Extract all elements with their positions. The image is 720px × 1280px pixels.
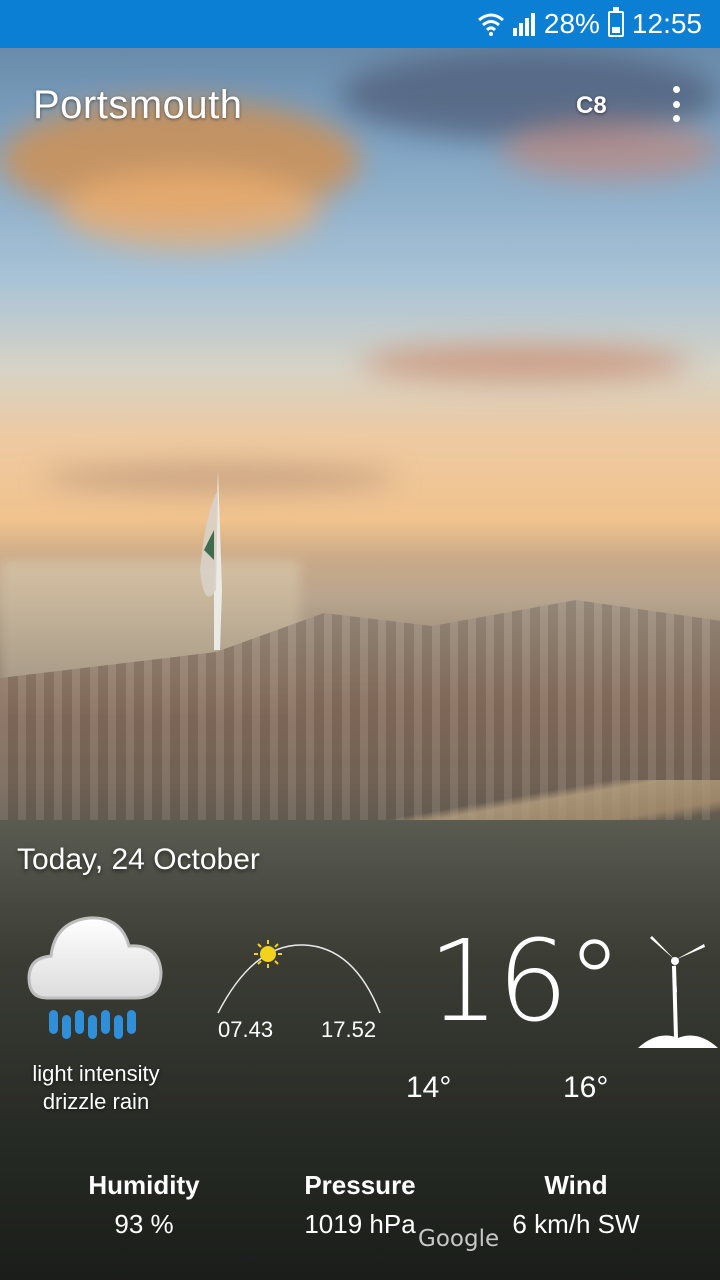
condition-text: light intensity drizzle rain	[0, 1060, 192, 1116]
temp-low: 14°	[406, 1071, 452, 1104]
city-title[interactable]: Portsmouth	[33, 83, 243, 128]
condition-line-1: light intensity	[32, 1061, 160, 1086]
status-bar: 28% 12:55	[0, 0, 720, 48]
wind-value: 6 km/h SW	[512, 1209, 640, 1239]
date-label: Today, 24 October	[17, 843, 260, 876]
wind-label: Wind	[544, 1170, 608, 1200]
more-vert-icon[interactable]	[664, 86, 688, 122]
wind-turbine-icon	[638, 936, 718, 1048]
humidity-label: Humidity	[88, 1170, 200, 1200]
clock: 12:55	[631, 8, 702, 39]
humidity-stat: Humidity 93 %	[44, 1170, 244, 1240]
sun-path-arc	[217, 940, 381, 1014]
unit-toggle-button[interactable]: C8	[576, 92, 607, 120]
spinnaker-tower	[200, 470, 222, 650]
sunrise-time: 07.43	[218, 1017, 274, 1042]
pressure-label: Pressure	[304, 1170, 416, 1200]
battery-charging-icon	[607, 7, 624, 37]
wifi-icon	[477, 13, 504, 36]
wind-stat: Wind 6 km/h SW	[476, 1170, 676, 1240]
current-temperature: 16°	[428, 917, 623, 1047]
humidity-value: 93 %	[114, 1209, 174, 1239]
condition-line-2: drizzle rain	[42, 1089, 150, 1114]
cloud-rain-icon	[27, 916, 163, 1039]
google-logo: Google	[418, 1226, 500, 1252]
battery-percent: 28%	[543, 8, 600, 39]
temp-high: 16°	[563, 1071, 609, 1104]
signal-icon	[512, 13, 535, 36]
sun-icon	[254, 940, 282, 968]
sunset-time: 17.52	[321, 1017, 377, 1042]
